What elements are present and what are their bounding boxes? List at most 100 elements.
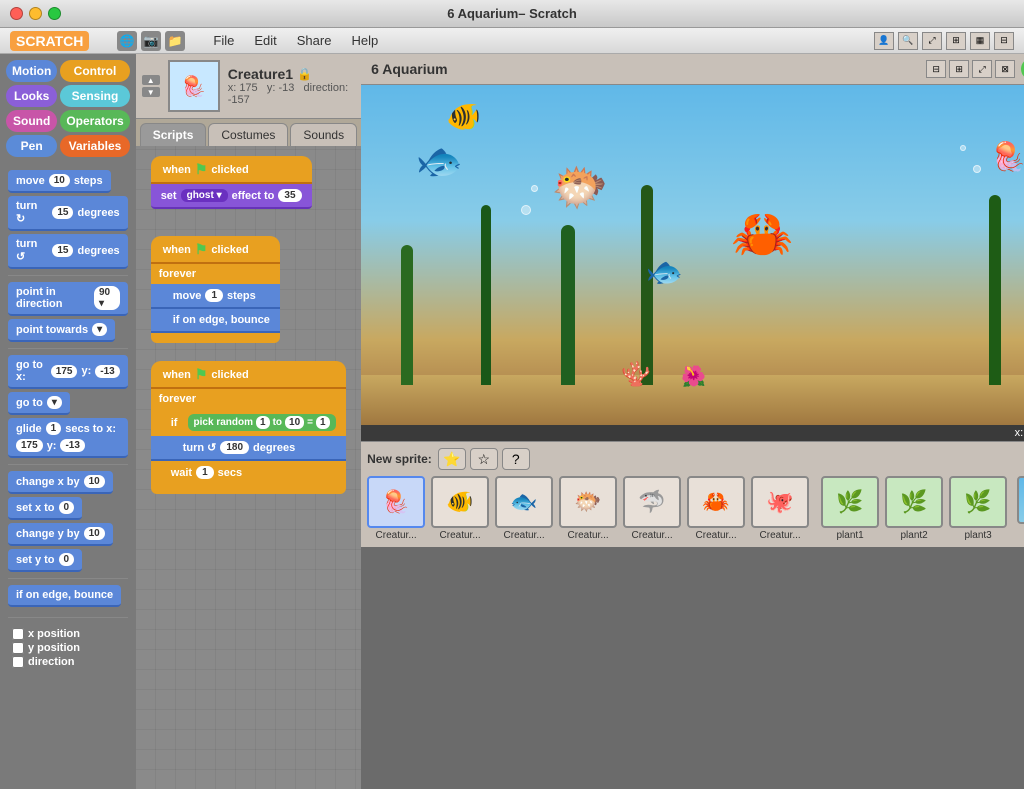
scripts-area[interactable]: when ⚑ clicked set ghost ▾ effect to 35 … bbox=[136, 146, 361, 789]
sprite-header: ▲ ▼ 🪼 Creature1 🔒 x: 175 y: -13 directio… bbox=[136, 54, 361, 119]
close-button[interactable] bbox=[10, 7, 23, 20]
folder-icon[interactable]: 📁 bbox=[165, 31, 185, 51]
maximize-button[interactable] bbox=[48, 7, 61, 20]
block-move[interactable]: move 10 steps bbox=[8, 170, 128, 193]
checkbox-ypos[interactable]: y position bbox=[12, 642, 124, 654]
stage-size-normal[interactable]: ⊞ bbox=[949, 60, 969, 78]
stage-coords: x: -783 y: 46 bbox=[361, 425, 1024, 441]
minimize-button[interactable] bbox=[29, 7, 42, 20]
block-glide[interactable]: glide 1 secs to x: 175 y: -13 bbox=[8, 418, 128, 458]
menu-help[interactable]: Help bbox=[351, 33, 378, 48]
stage-thumb[interactable]: Stage bbox=[1017, 476, 1024, 541]
when-clicked-2[interactable]: when ⚑ clicked bbox=[151, 236, 280, 264]
when-clicked-3[interactable]: when ⚑ clicked bbox=[151, 361, 346, 389]
block-bounce-2[interactable]: if on edge, bounce bbox=[151, 309, 280, 333]
category-operators[interactable]: Operators bbox=[60, 110, 129, 132]
category-variables[interactable]: Variables bbox=[60, 135, 129, 157]
block-change-y[interactable]: change y by 10 bbox=[8, 523, 128, 546]
sprite-plant3[interactable]: 🌿 plant3 bbox=[949, 476, 1007, 541]
sprite-coords: x: 175 y: -13 direction: -157 bbox=[228, 82, 355, 106]
sprite-creature3-img: 🐟 bbox=[495, 476, 553, 528]
sprite-nav-up[interactable]: ▲ bbox=[142, 75, 160, 85]
search-icon[interactable]: 🔍 bbox=[898, 32, 918, 50]
sprite-nav-down[interactable]: ▼ bbox=[142, 87, 160, 97]
new-sprite-paint[interactable]: ⭐ bbox=[438, 448, 466, 470]
block-forever-3[interactable]: forever bbox=[151, 389, 346, 409]
menu-file[interactable]: File bbox=[213, 33, 234, 48]
window-buttons[interactable] bbox=[10, 7, 61, 20]
sprite-creature1-img: 🪼 bbox=[367, 476, 425, 528]
when-clicked-1[interactable]: when ⚑ clicked bbox=[151, 156, 312, 184]
category-looks[interactable]: Looks bbox=[6, 85, 57, 107]
ypos-checkbox[interactable] bbox=[12, 642, 24, 654]
fish-3: 🐡 bbox=[551, 160, 608, 215]
present-icon[interactable]: ⊞ bbox=[946, 32, 966, 50]
tab-costumes[interactable]: Costumes bbox=[208, 123, 288, 146]
block-turn-cw[interactable]: turn ↻ 15 degrees bbox=[8, 196, 128, 231]
category-control[interactable]: Control bbox=[60, 60, 129, 82]
person-icon[interactable]: 👤 bbox=[874, 32, 894, 50]
category-pen[interactable]: Pen bbox=[6, 135, 57, 157]
block-change-x[interactable]: change x by 10 bbox=[8, 471, 128, 494]
sprite-creature5[interactable]: 🦈 Creatur... bbox=[623, 476, 681, 541]
block-forever-2[interactable]: forever bbox=[151, 264, 280, 284]
camera-icon[interactable]: 📷 bbox=[141, 31, 161, 51]
menu-edit[interactable]: Edit bbox=[254, 33, 276, 48]
direction-label: direction bbox=[28, 656, 74, 668]
expand-icon[interactable]: ⤢ bbox=[922, 32, 942, 50]
fish-2: 🐠 bbox=[446, 100, 481, 133]
menu-share[interactable]: Share bbox=[297, 33, 332, 48]
block-wait[interactable]: wait 1 secs bbox=[151, 461, 346, 484]
new-sprite-row: New sprite: ⭐ ☆ ? bbox=[367, 448, 1024, 470]
sprite-creature7[interactable]: 🐙 Creatur... bbox=[751, 476, 809, 541]
sprite-creature1[interactable]: 🪼 Creatur... bbox=[367, 476, 425, 541]
sprite-tray: New sprite: ⭐ ☆ ? 🪼 Creatur... 🐠 Creatur… bbox=[361, 441, 1024, 547]
stage-size-full[interactable]: ⤢ bbox=[972, 60, 992, 78]
tab-sounds[interactable]: Sounds bbox=[290, 123, 357, 146]
sprite-nav: ▲ ▼ bbox=[142, 75, 160, 97]
sprite-creature2[interactable]: 🐠 Creatur... bbox=[431, 476, 489, 541]
block-point-towards[interactable]: point towards ▾ bbox=[8, 319, 128, 342]
seaweed-2 bbox=[481, 205, 491, 385]
block-turn-180[interactable]: turn ↺ 180 degrees bbox=[151, 436, 346, 461]
layout1-icon[interactable]: ▦ bbox=[970, 32, 990, 50]
sprite-creature3[interactable]: 🐟 Creatur... bbox=[495, 476, 553, 541]
category-sound[interactable]: Sound bbox=[6, 110, 57, 132]
tab-scripts[interactable]: Scripts bbox=[140, 123, 207, 146]
script-tabs: Scripts Costumes Sounds bbox=[136, 119, 361, 146]
stage-size-small[interactable]: ⊟ bbox=[926, 60, 946, 78]
block-goto-xy[interactable]: go to x: 175 y: -13 bbox=[8, 355, 128, 389]
globe-icon[interactable]: 🌐 bbox=[117, 31, 137, 51]
fish-1: 🐟 bbox=[416, 140, 463, 184]
block-turn-ccw[interactable]: turn ↺ 15 degrees bbox=[8, 234, 128, 269]
block-set-effect[interactable]: set ghost ▾ effect to 35 bbox=[151, 184, 312, 209]
new-sprite-random[interactable]: ? bbox=[502, 448, 530, 470]
fish-5: 🦀 bbox=[731, 205, 793, 264]
block-set-x[interactable]: set x to 0 bbox=[8, 497, 128, 520]
block-move-1[interactable]: move 1 steps bbox=[151, 284, 280, 309]
category-sensing[interactable]: Sensing bbox=[60, 85, 129, 107]
sprite-plant2[interactable]: 🌿 plant2 bbox=[885, 476, 943, 541]
new-sprite-stamp[interactable]: ☆ bbox=[470, 448, 498, 470]
block-set-y[interactable]: set y to 0 bbox=[8, 549, 128, 572]
bubble-4 bbox=[531, 185, 538, 192]
sprite-creature6[interactable]: 🦀 Creatur... bbox=[687, 476, 745, 541]
coral-1: 🪸 bbox=[621, 360, 651, 389]
block-categories: Motion Control Looks Sensing Sound Opera… bbox=[0, 54, 136, 163]
block-goto[interactable]: go to ▾ bbox=[8, 392, 128, 415]
checkbox-xpos[interactable]: x position bbox=[12, 628, 124, 640]
sprite-plant1[interactable]: 🌿 plant1 bbox=[821, 476, 879, 541]
category-motion[interactable]: Motion bbox=[6, 60, 57, 82]
layout2-icon[interactable]: ⊟ bbox=[994, 32, 1014, 50]
direction-checkbox[interactable] bbox=[12, 656, 24, 668]
block-bounce[interactable]: if on edge, bounce bbox=[8, 585, 128, 607]
block-point-direction[interactable]: point in direction 90 ▾ bbox=[8, 282, 128, 316]
seaweed-5 bbox=[989, 195, 1001, 385]
coord-display: x: -783 y: 46 bbox=[1015, 427, 1024, 439]
stage-extra[interactable]: ⊠ bbox=[995, 60, 1015, 78]
sprite-creature4[interactable]: 🐡 Creatur... bbox=[559, 476, 617, 541]
block-if[interactable]: if pick random 1 to 10 = 1 bbox=[151, 409, 346, 436]
checkbox-direction[interactable]: direction bbox=[12, 656, 124, 668]
bubble-2 bbox=[960, 145, 966, 151]
xpos-checkbox[interactable] bbox=[12, 628, 24, 640]
